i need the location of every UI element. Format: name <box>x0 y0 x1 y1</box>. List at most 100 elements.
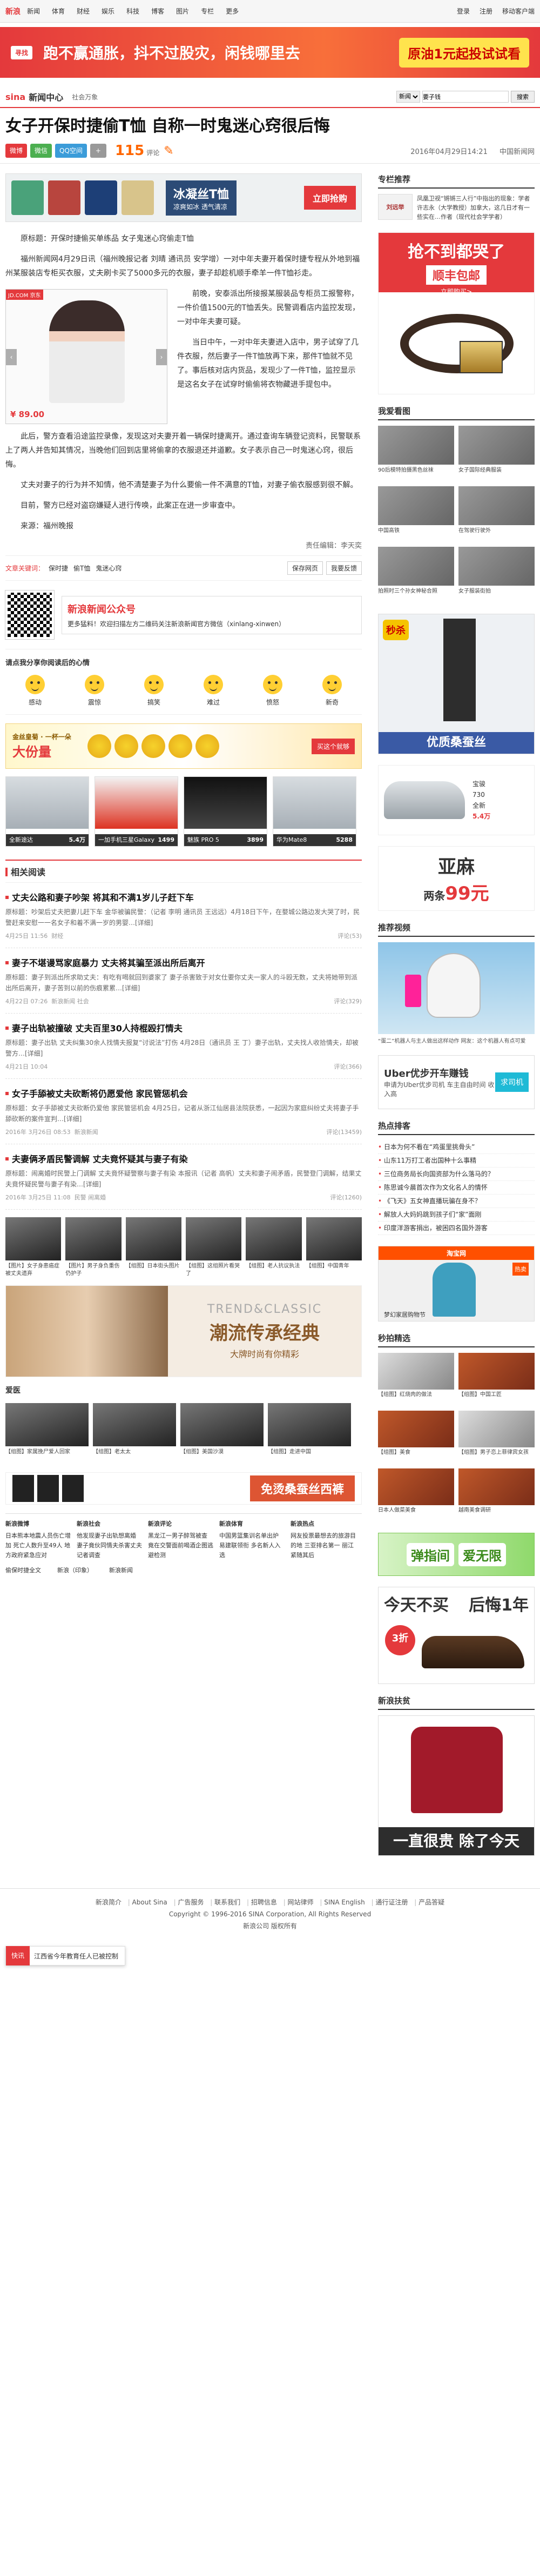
feedback-button[interactable]: 我要反馈 <box>326 561 362 575</box>
silk-pants-ad[interactable]: 秒杀 优质桑蚕丝 <box>378 614 535 754</box>
links-column-title[interactable]: 新浪社会 <box>77 1519 144 1529</box>
picture-card[interactable]: 拍照时三个孙女神秘合照 <box>378 547 454 603</box>
sina-logo[interactable]: 新浪 <box>5 6 27 17</box>
nav-item-blog[interactable]: 博客 <box>151 6 164 16</box>
picture-card[interactable]: 女子服装街拍 <box>458 547 535 603</box>
links-foot-item[interactable]: 新浪新闻 <box>109 1566 133 1574</box>
photo-card[interactable]: 【组图】家属挽尸爱人回家 <box>5 1403 89 1464</box>
share-more-button[interactable]: + <box>90 144 106 158</box>
hot-word-item[interactable]: 《飞天》五女神直播玩骗在身不？ <box>378 1195 535 1208</box>
belt-ad[interactable]: 抢不到都哭了 顺丰包邮 立即购买> <box>378 232 535 394</box>
photo-card[interactable]: 【组图】美国沙漠 <box>180 1403 264 1464</box>
related-item-tag[interactable]: 新浪新闻 社会 <box>51 997 89 1005</box>
related-item-comments[interactable]: 评论(366) <box>334 1062 362 1071</box>
video-player[interactable] <box>378 942 535 1034</box>
flax-ad[interactable]: 亚麻 两条99元 <box>378 846 535 911</box>
channel-sub-link[interactable]: 社会万象 <box>72 92 98 102</box>
picture-card[interactable]: 90后模特拍摄黑色丝袜 <box>378 426 454 482</box>
tshirt-ad-strip[interactable]: 冰凝丝T恤 凉爽如冰 透气清凉 立即抢购 <box>5 173 362 222</box>
footer-link[interactable]: 网站律师 <box>284 1899 314 1906</box>
photo-card[interactable]: 【组图】中国青年 <box>306 1217 362 1278</box>
columnist-logo[interactable]: 刘远举 <box>378 194 413 220</box>
chevron-right-icon[interactable]: › <box>156 349 167 365</box>
spring-ad[interactable]: 弹指间 爱无限 <box>378 1533 535 1576</box>
footer-link[interactable]: About Sina <box>128 1899 167 1906</box>
uber-ad-button[interactable]: 求司机 <box>495 1072 529 1092</box>
related-item-comments[interactable]: 评论(53) <box>338 931 362 940</box>
video-caption[interactable]: “蛋二”机器人与主人做出这样动作 网友：这个机器人有点可爱 <box>378 1036 535 1044</box>
hot-word-item[interactable]: 三位商务局长向国资部为什么落马的？ <box>378 1168 535 1181</box>
shirt-ad[interactable]: 一直很贵 除了今天 <box>378 1715 535 1856</box>
keyword-tag[interactable]: 偷T恤 <box>73 564 90 573</box>
pencil-icon[interactable]: ✎ <box>164 144 173 158</box>
related-item-comments[interactable]: 评论(13459) <box>326 1128 362 1136</box>
footer-link[interactable]: 通行证注册 <box>372 1899 408 1906</box>
food-card[interactable]: 越南美食调研 <box>458 1468 535 1522</box>
mobile-client-link[interactable]: 移动客户端 <box>502 6 535 16</box>
share-weibo-button[interactable]: 微博 <box>5 144 28 158</box>
product-card[interactable]: 一加手机三星Galaxy 1499 <box>94 776 178 847</box>
product-card[interactable]: 魅族 PRO 5 3899 <box>184 776 267 847</box>
related-item-title[interactable]: 女子手舔被丈夫砍断将仍愿爱他 家民管惩机会 <box>5 1089 188 1099</box>
links-column-text[interactable]: 黑龙江一男子醉驾被查 竟在交警面前喝酒企图逃避检测 <box>148 1532 213 1559</box>
news-flash-bar[interactable]: 快讯 江西省今年教育任人已被控制 <box>5 1946 126 1965</box>
food-card[interactable]: 【组图】男子恋上菲律宾女孩 <box>458 1411 535 1464</box>
jd-float-ad[interactable]: JD.COM 京东 ‹ › ¥ 89.00 <box>5 289 167 424</box>
search-button[interactable]: 搜索 <box>511 91 535 103</box>
chrysanthemum-ad[interactable]: 金丝皇菊 · 一杯一朵 大份量 买这个就够 <box>5 723 362 769</box>
banner-cta[interactable]: 原油1元起投试试看 <box>399 37 529 68</box>
links-column-text[interactable]: 网友投票最想去的旅游目的地 三亚排名第一 丽江紧随其后 <box>291 1532 356 1559</box>
banner-ad[interactable]: 寻找 跑不赢通胀，抖不过股灾，闲钱哪里去 原油1元起投试试看 <box>0 27 540 78</box>
mood-option[interactable]: 难过 <box>197 675 230 707</box>
links-column-title[interactable]: 新浪评论 <box>148 1519 215 1529</box>
nav-item-tech[interactable]: 科技 <box>126 6 139 16</box>
comment-count[interactable]: 115 评论 <box>115 143 159 159</box>
footer-link[interactable]: 产品答疑 <box>414 1899 444 1906</box>
sina-channel-logo[interactable]: sina <box>5 92 25 102</box>
related-item-title[interactable]: 妻子出轨被撞破 丈夫百里30人持棍殴打情夫 <box>5 1023 183 1034</box>
links-column-title[interactable]: 新浪微博 <box>5 1519 72 1529</box>
links-column-text[interactable]: 他发现妻子出轨想离婚 妻子竟伙同情夫杀害丈夫 记者调查 <box>77 1532 142 1559</box>
food-card[interactable]: 【组图】红烧肉的做法 <box>378 1353 454 1406</box>
nav-item-finance[interactable]: 财经 <box>77 6 90 16</box>
belt-ad-buy[interactable]: 立即购买> <box>379 287 534 296</box>
footer-link[interactable]: 招聘信息 <box>247 1899 277 1906</box>
related-item-tag[interactable]: 民警 闹离婚 <box>75 1193 106 1202</box>
search-scope-select[interactable]: 新闻 <box>396 91 420 103</box>
picture-card[interactable]: 在驾驶行驶外 <box>458 486 535 542</box>
mood-option[interactable]: 新奇 <box>316 675 348 707</box>
chevron-left-icon[interactable]: ‹ <box>6 349 17 365</box>
shoe-ad[interactable]: 今天不买 后悔1年 3折 <box>378 1587 535 1684</box>
photo-card[interactable]: 【组图】老人抗议执法 <box>246 1217 302 1278</box>
footer-link[interactable]: SINA English <box>320 1899 364 1906</box>
links-column-text[interactable]: 中国男篮集训名单出炉 易建联领衔 多名新人入选 <box>219 1532 281 1559</box>
pants-ad[interactable]: 免烫桑蚕丝西裤 <box>5 1472 362 1505</box>
mood-option[interactable]: 搞笑 <box>138 675 170 707</box>
photo-card[interactable]: 【组图】老太太 <box>93 1403 176 1464</box>
food-card[interactable]: 【组图】美食 <box>378 1411 454 1464</box>
hot-word-item[interactable]: 解放人大妈妈跳到孩子们“家”面刚 <box>378 1208 535 1222</box>
footer-link[interactable]: 联系我们 <box>210 1899 240 1906</box>
columnist-text[interactable]: 凤凰卫视“锵锵三人行”中指出的现象：学者许志永（大学教授）加拿大，这几日才有一些… <box>417 194 535 222</box>
nav-item-more[interactable]: 更多 <box>226 6 239 16</box>
links-column-title[interactable]: 新浪热点 <box>291 1519 357 1529</box>
hot-word-item[interactable]: 印度洋游客捐出，被困四名国外游客 <box>378 1222 535 1235</box>
ad-strip-buy-button[interactable]: 立即抢购 <box>303 186 356 210</box>
footer-link[interactable]: 新浪简介 <box>96 1899 122 1906</box>
links-foot-item[interactable]: 偷保时捷全文 <box>5 1566 41 1574</box>
coat-ad[interactable]: TREND&CLASSIC 潮流传承经典 大牌时尚有你精彩 <box>5 1285 362 1377</box>
links-foot-item[interactable]: 新浪（印象） <box>57 1566 93 1574</box>
picture-card[interactable]: 女子国际经典服装 <box>458 426 535 482</box>
links-column-title[interactable]: 新浪体育 <box>219 1519 286 1529</box>
related-item-comments[interactable]: 评论(1260) <box>330 1193 362 1202</box>
photo-card[interactable]: 【组图】走进中国 <box>268 1403 351 1464</box>
share-qzone-button[interactable]: QQ空间 <box>55 144 87 158</box>
food-card[interactable]: 【组图】中国工匠 <box>458 1353 535 1406</box>
news-flash-text[interactable]: 江西省今年教育任人已被控制 <box>34 1951 118 1961</box>
uber-ad[interactable]: Uber优步开车赚钱 申请为Uber优步司机 车主自由时间 收入高 求司机 <box>378 1055 535 1109</box>
hot-word-item[interactable]: 山东11万打工者出国种十么事精 <box>378 1154 535 1168</box>
search-input[interactable] <box>422 91 509 103</box>
photo-card[interactable]: 【组图】这组照片看哭了 <box>185 1217 242 1278</box>
register-link[interactable]: 注册 <box>480 6 492 16</box>
mood-option[interactable]: 愤怒 <box>256 675 289 707</box>
